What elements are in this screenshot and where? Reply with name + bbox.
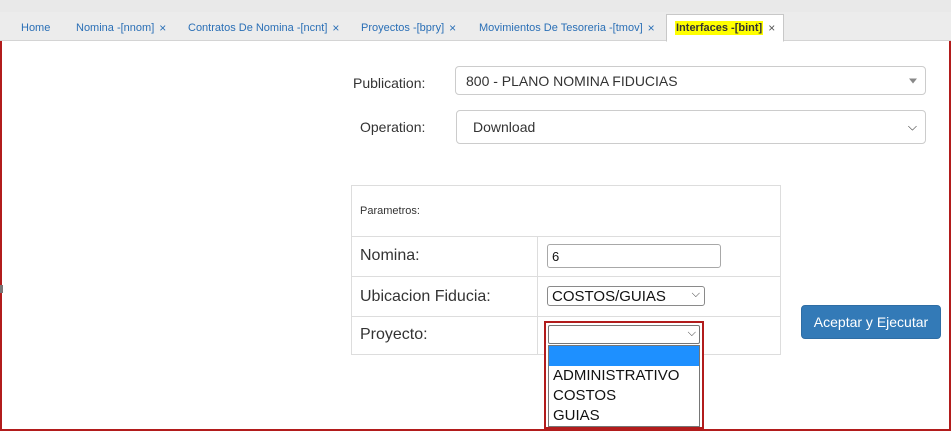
ubicacion-fiducia-value: COSTOS/GUIAS (552, 287, 666, 305)
parameters-title: Parametros: (360, 205, 420, 217)
proyecto-dropdown: ⌵ ADMINISTRATIVO COSTOS GUIAS (544, 321, 704, 429)
row-divider (352, 236, 780, 237)
tab-label: Contratos De Nomina -[ncnt] (188, 21, 328, 34)
publication-select[interactable]: 800 - PLANO NOMINA FIDUCIAS (455, 66, 926, 95)
top-strip (0, 0, 951, 12)
tab-interfaces[interactable]: Interfaces -[bint] × (666, 14, 785, 42)
tab-label: Movimientos De Tesoreria -[tmov] (479, 21, 643, 34)
publication-value: 800 - PLANO NOMINA FIDUCIAS (466, 72, 678, 89)
proyecto-options-list: ADMINISTRATIVO COSTOS GUIAS (548, 345, 700, 427)
edge-marker (0, 285, 3, 293)
tab-label: Home (21, 21, 51, 34)
operation-value: Download (473, 119, 536, 135)
operation-label: Operation: (360, 119, 426, 135)
publication-label: Publication: (353, 75, 426, 91)
close-icon[interactable]: × (159, 21, 166, 35)
chevron-down-icon: ⌵ (907, 119, 917, 134)
nomina-input[interactable]: 6 (547, 244, 721, 268)
tab-label: Nomina -[nnom] (76, 21, 155, 34)
close-icon[interactable]: × (648, 21, 655, 35)
tab-bar: Home Nomina -[nnom] × Contratos De Nomin… (0, 12, 951, 42)
proyecto-label: Proyecto: (360, 326, 428, 343)
row-divider (352, 316, 780, 317)
close-icon[interactable]: × (768, 21, 775, 35)
tab-contratos-de-nomina[interactable]: Contratos De Nomina -[ncnt] × (179, 14, 348, 41)
proyecto-option-costos[interactable]: COSTOS (549, 386, 699, 406)
proyecto-option-guias[interactable]: GUIAS (549, 406, 699, 426)
proyecto-select[interactable]: ⌵ (548, 325, 700, 344)
tab-movimientos-de-tesoreria[interactable]: Movimientos De Tesoreria -[tmov] × (470, 14, 664, 41)
close-icon[interactable]: × (332, 21, 339, 35)
chevron-down-icon: ⌵ (691, 288, 700, 300)
nomina-label: Nomina: (360, 247, 420, 264)
tab-nomina[interactable]: Nomina -[nnom] × (67, 14, 175, 41)
column-divider (537, 236, 538, 355)
execute-button[interactable]: Aceptar y Ejecutar (801, 305, 941, 339)
close-icon[interactable]: × (449, 21, 456, 35)
row-divider (352, 276, 780, 277)
chevron-down-icon: ⌵ (687, 327, 696, 339)
ubicacion-fiducia-label: Ubicacion Fiducia: (360, 288, 491, 305)
proyecto-option-empty[interactable] (549, 346, 699, 366)
caret-down-icon (909, 78, 917, 83)
tab-proyectos[interactable]: Proyectos -[bpry] × (352, 14, 465, 41)
tab-home[interactable]: Home (12, 14, 59, 41)
tab-label: Interfaces -[bint] (675, 21, 764, 35)
ubicacion-fiducia-select[interactable]: COSTOS/GUIAS ⌵ (547, 286, 705, 306)
tab-label: Proyectos -[bpry] (361, 21, 445, 34)
proyecto-option-administrativo[interactable]: ADMINISTRATIVO (549, 366, 699, 386)
operation-select[interactable]: Download ⌵ (456, 110, 926, 144)
